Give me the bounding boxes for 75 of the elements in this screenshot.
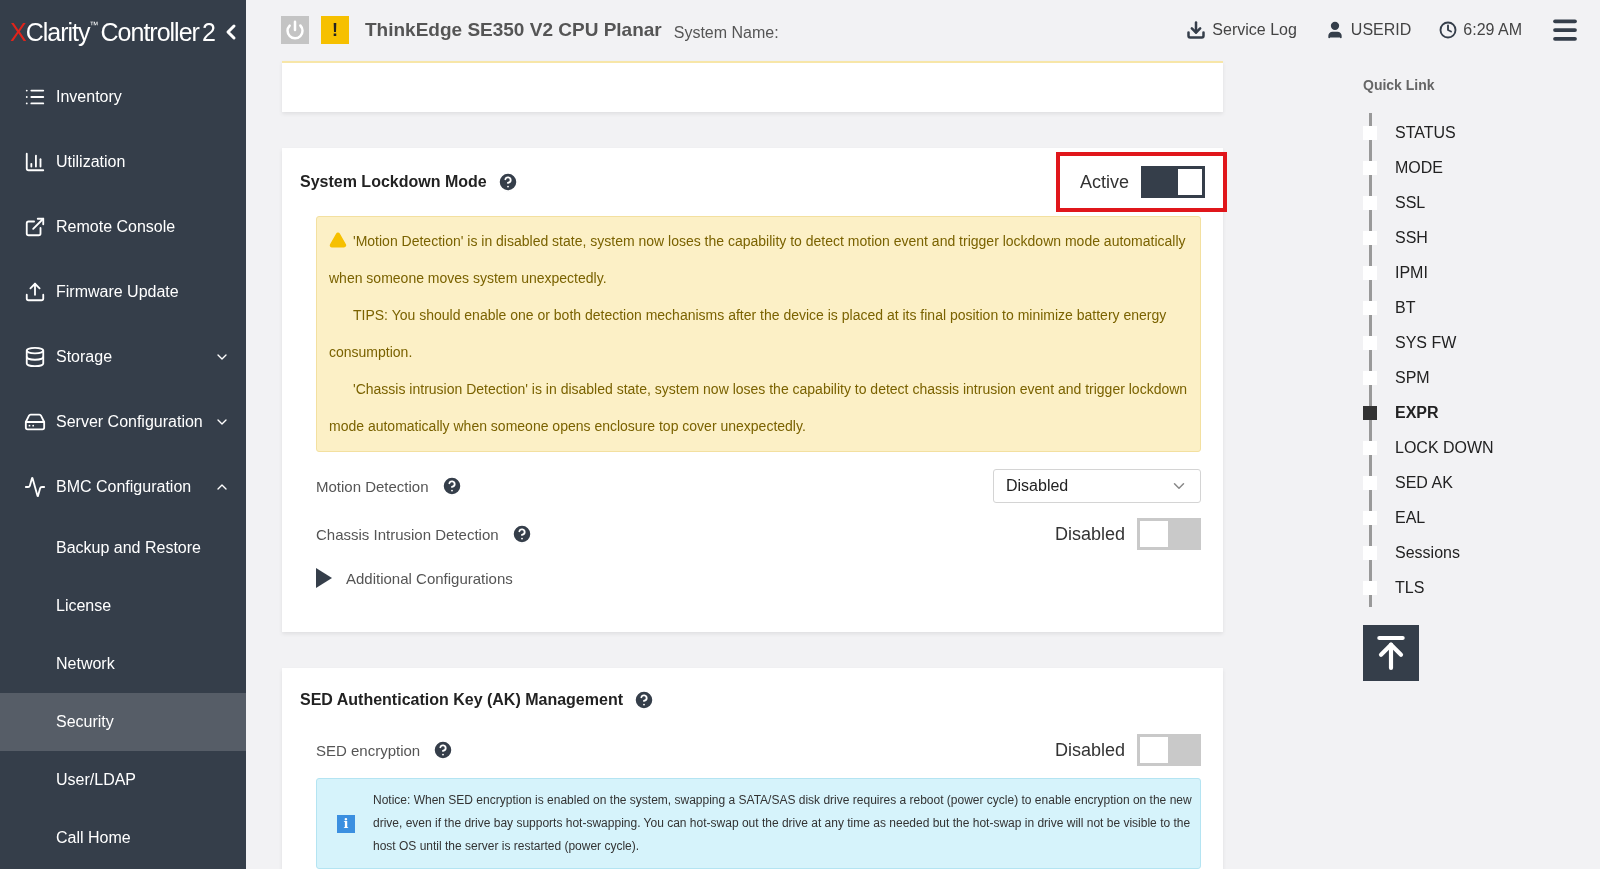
warning-icon <box>329 231 347 249</box>
status-label: Disabled <box>1054 739 1125 761</box>
clock-icon <box>1439 21 1458 39</box>
server-title: ThinkEdge SE350 V2 CPU Planar <box>365 19 662 41</box>
sidebar-item[interactable]: Server Configuration <box>0 389 246 454</box>
sidebar-item-icon <box>24 345 46 368</box>
quick-link-title: Quick Link <box>1363 77 1436 93</box>
toggle-switch[interactable] <box>1137 518 1201 550</box>
additional-configurations-toggle[interactable]: Additional Configurations <box>316 568 513 588</box>
sidebar-item[interactable]: BMC Configuration <box>0 454 246 519</box>
sidebar-item-icon <box>24 475 46 498</box>
dropdown-field[interactable]: Disabled <box>993 469 1201 503</box>
sidebar-item-label: Firmware Update <box>56 282 180 301</box>
help-icon[interactable] <box>496 171 519 193</box>
warning-text: 'Chassis intrusion Detection' is in disabled state, system now loses the capability to detect chassis intrusion event and trigger lockdown mode automatically when someone opens enclosure top cover unexpectedly. <box>329 380 1188 436</box>
warning-text: TIPS: You should enable one or both detection mechanisms after the device is placed at its final position to minimize battery energy consumption. <box>329 306 1168 362</box>
sidebar-item-label: Inventory <box>56 87 123 106</box>
sidebar-subitem[interactable]: User/LDAP <box>0 751 246 809</box>
sidebar-item-icon <box>24 150 46 173</box>
notice-text: Notice: When SED encryption is enabled on the system, swapping a SATA/SAS disk drive requires a reboot (power cycle) to enable encryption on the new drive, even if the drive bay supports hot-swapping. You can hot-swap out the drive at any time as needed but the hot-swap in drive will not be visible to the host OS until the server is restarted (power cycle). <box>373 792 1193 855</box>
quick-link-item[interactable]: SYS FW <box>1363 325 1494 360</box>
info-icon: i <box>337 814 355 833</box>
sidebar-item-label: BMC Configuration <box>56 477 193 496</box>
service-log-link[interactable]: Service Log <box>1186 20 1297 40</box>
sidebar-item-icon <box>24 215 46 238</box>
product-logo: XClarity™Controller2 <box>0 0 246 64</box>
system-name-label: System Name: <box>673 24 780 42</box>
sidebar-item-label: Utilization <box>56 152 127 171</box>
sidebar-item[interactable]: Remote Console <box>0 194 246 259</box>
back-to-top-button[interactable] <box>1363 625 1419 681</box>
expand-triangle-icon <box>316 568 332 588</box>
status-label: Disabled <box>1054 523 1125 545</box>
sidebar-item-label: Server Configuration <box>56 412 204 431</box>
sidebar-item[interactable]: Inventory <box>0 64 246 129</box>
field-label: SED encryption <box>316 741 421 759</box>
sidebar-item-label: Storage <box>56 347 114 366</box>
download-icon <box>1186 20 1207 40</box>
sidebar-item[interactable]: Storage <box>0 324 246 389</box>
help-icon[interactable] <box>633 689 655 711</box>
help-icon[interactable] <box>510 523 533 545</box>
warning-text: 'Motion Detection' is in disabled state, system now loses the capability to detect motion event and trigger lockdown mode automatically when someone moves system unexpectedly. <box>329 230 1187 288</box>
sidebar-item-label: Remote Console <box>56 217 177 236</box>
help-icon[interactable] <box>440 475 463 497</box>
user-menu[interactable]: USERID <box>1324 20 1412 40</box>
sidebar-subitem[interactable]: Backup and Restore <box>0 519 246 577</box>
sidebar-subitem[interactable]: Call Home <box>0 809 246 867</box>
section-title: SED Authentication Key (AK) Management <box>300 691 623 709</box>
sidebar-subitem[interactable]: Network <box>0 635 246 693</box>
section-title: System Lockdown Mode <box>300 173 487 191</box>
quick-link-item[interactable]: SSL <box>1363 185 1494 220</box>
field-label: Chassis Intrusion Detection <box>316 525 499 543</box>
quick-link-item[interactable]: EXPR <box>1363 395 1494 430</box>
sidebar-item-icon <box>24 280 46 303</box>
quick-link-item[interactable]: SSH <box>1363 220 1494 255</box>
quick-link-item[interactable]: SED AK <box>1363 465 1494 500</box>
quick-link-item[interactable]: STATUS <box>1363 115 1494 150</box>
quick-link-item[interactable]: Sessions <box>1363 535 1494 570</box>
sidebar-subitem[interactable]: Security <box>0 693 246 751</box>
toggle-switch[interactable] <box>1141 166 1205 198</box>
sidebar-item[interactable]: Utilization <box>0 129 246 194</box>
quick-link-item[interactable]: SPM <box>1363 360 1494 395</box>
quick-link-item[interactable]: IPMI <box>1363 255 1494 290</box>
quick-link-item[interactable]: EAL <box>1363 500 1494 535</box>
status-label: Active <box>1079 171 1129 193</box>
sidebar-item[interactable]: Firmware Update <box>0 259 246 324</box>
toggle-switch[interactable] <box>1137 734 1201 766</box>
sidebar-subitem[interactable]: License <box>0 577 246 635</box>
field-label: Motion Detection <box>316 477 429 495</box>
warning-badge[interactable]: ! <box>321 16 349 44</box>
quick-link-item[interactable]: LOCK DOWN <box>1363 430 1494 465</box>
help-icon[interactable] <box>432 739 455 761</box>
quick-link-item[interactable]: MODE <box>1363 150 1494 185</box>
quick-link-item[interactable]: TLS <box>1363 570 1494 605</box>
quick-link-item[interactable]: BT <box>1363 290 1494 325</box>
time-label: 6:29 AM <box>1463 21 1522 39</box>
